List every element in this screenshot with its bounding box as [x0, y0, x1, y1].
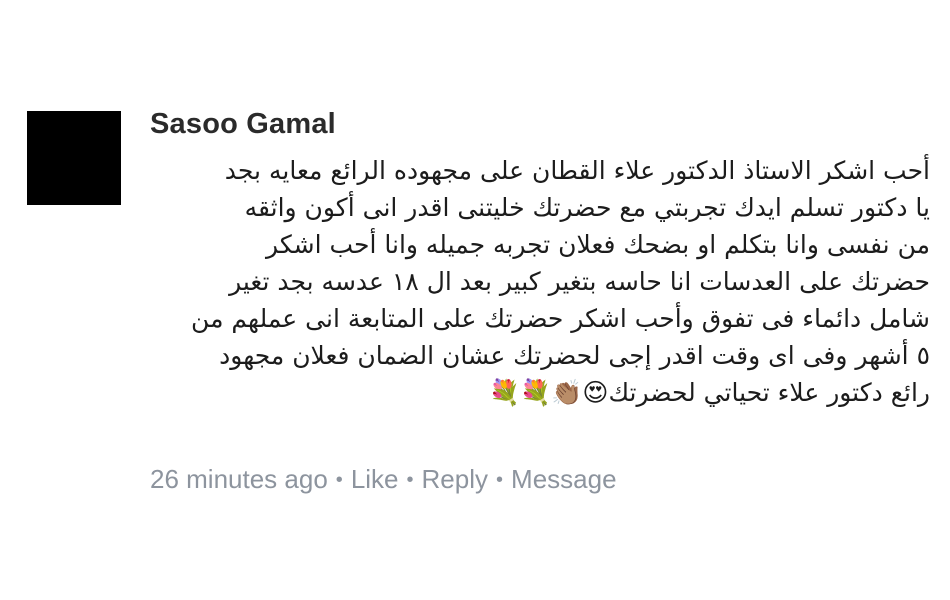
- separator-dot: •: [335, 469, 343, 491]
- reply-button[interactable]: Reply: [422, 464, 488, 495]
- comment-line: أحب اشكر الاستاذ الدكتور علاء القطان على…: [224, 156, 930, 185]
- comment-card: Sasoo Gamal أحب اشكر الاستاذ الدكتور علا…: [0, 0, 950, 600]
- comment-author[interactable]: Sasoo Gamal: [150, 108, 336, 141]
- comment-text: أحب اشكر الاستاذ الدكتور علاء القطان على…: [148, 152, 930, 411]
- avatar[interactable]: [27, 111, 121, 205]
- comment-line: رائع دكتور علاء تحياتي لحضرتك😍👏🏽💐💐: [489, 378, 930, 407]
- comment-line: ٥ أشهر وفى اى وقت اقدر إجى لحضرتك عشان ا…: [219, 341, 930, 370]
- like-button[interactable]: Like: [351, 464, 399, 495]
- comment-line: شامل دائماء فى تفوق وأحب اشكر حضرتك على …: [191, 304, 930, 333]
- comment-timestamp[interactable]: 26 minutes ago: [150, 464, 328, 495]
- comment-line: حضرتك على العدسات انا حاسه بتغير كبير بع…: [229, 267, 930, 296]
- message-button[interactable]: Message: [511, 464, 617, 495]
- comment-line: يا دكتور تسلم ايدك تجربتي مع حضرتك خليتن…: [244, 193, 930, 222]
- separator-dot: •: [406, 469, 414, 491]
- separator-dot: •: [496, 469, 504, 491]
- comment-line: من نفسى وانا بتكلم او بضحك فعلان تجربه ج…: [266, 230, 930, 259]
- comment-actions: 26 minutes ago • Like • Reply • Message: [150, 464, 617, 495]
